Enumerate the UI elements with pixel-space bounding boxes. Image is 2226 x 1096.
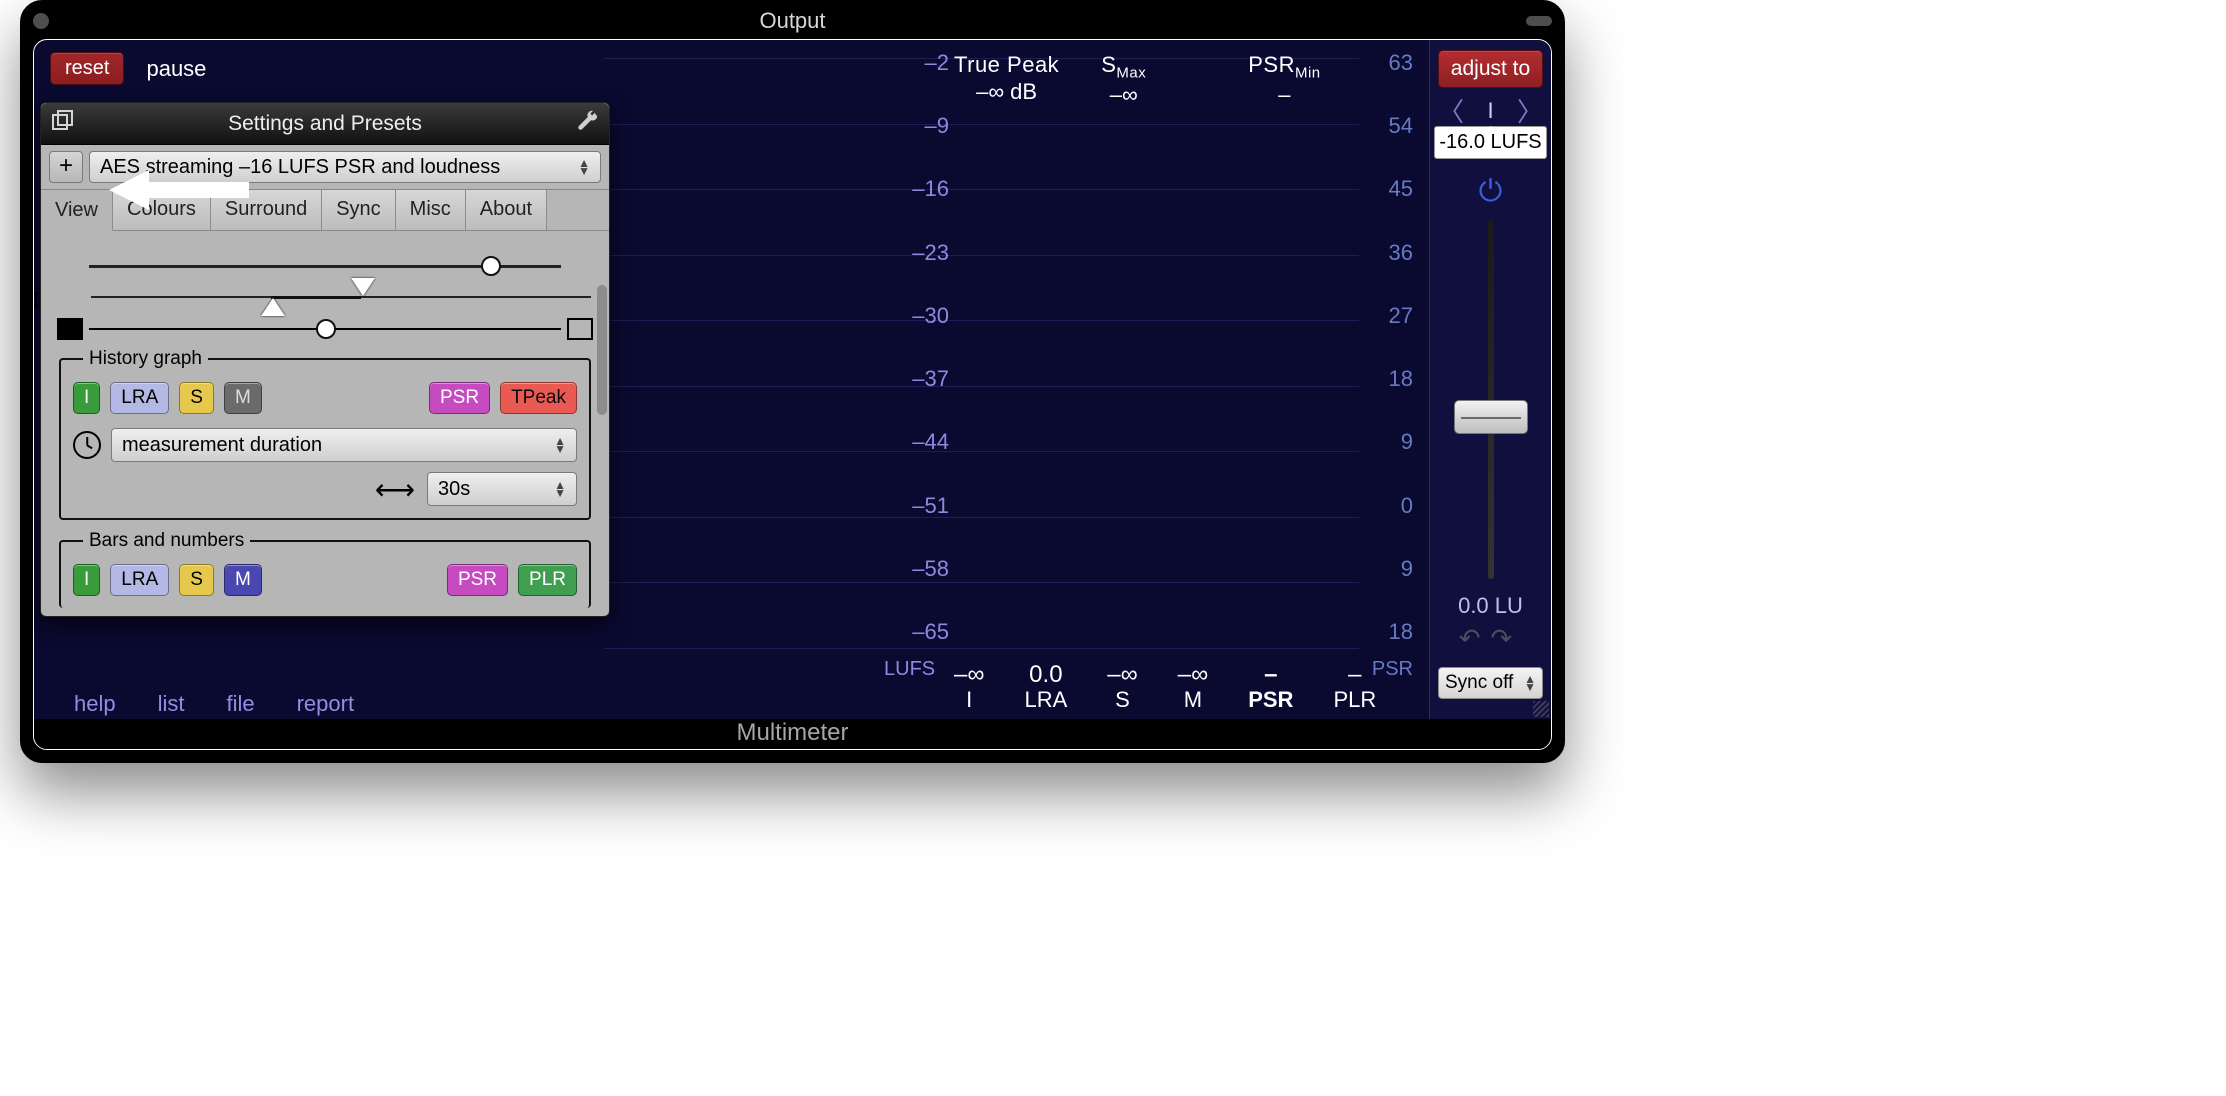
titlebar: Output: [23, 3, 1562, 39]
duration-mode-select[interactable]: measurement duration ▲▼: [111, 428, 577, 462]
gridlines: [604, 58, 1359, 654]
lufs-scale: –2 –9 –16 –23 –30 –37 –44 –51 –58 –65: [889, 50, 949, 664]
mode-next-button[interactable]: 〉: [1517, 92, 1543, 129]
chip2-LRA[interactable]: LRA: [110, 564, 169, 596]
clock-icon: [73, 431, 101, 459]
app-name-bar: Multimeter: [34, 719, 1551, 749]
chip-M[interactable]: M: [224, 382, 262, 414]
settings-header: Settings and Presets: [41, 103, 609, 145]
preset-select[interactable]: AES streaming –16 LUFS PSR and loudness …: [89, 151, 601, 183]
copy-icon[interactable]: [51, 110, 75, 138]
readout-M: –∞M: [1178, 661, 1208, 713]
undo-redo: ↶↷: [1430, 623, 1551, 654]
plugin-body: reset pause True Peak –∞ dB SMax –∞ PSRM…: [33, 39, 1552, 750]
tab-misc[interactable]: Misc: [396, 190, 466, 230]
psr-scale: 63 54 45 36 27 18 9 0 9 18: [1363, 50, 1413, 664]
gain-readout: 0.0 LU: [1430, 593, 1551, 619]
true-peak-readout: True Peak –∞ dB: [954, 52, 1059, 108]
reset-button[interactable]: reset: [50, 52, 124, 85]
adjust-to-button[interactable]: adjust to: [1438, 50, 1543, 88]
chip-I[interactable]: I: [73, 382, 100, 414]
history-graph-group: History graph I LRA S M PSR TPeak: [59, 348, 591, 520]
chip2-S[interactable]: S: [179, 564, 214, 596]
readout-PSR: –PSR: [1248, 661, 1293, 713]
smax-readout: SMax –∞: [1101, 52, 1146, 108]
top-left-controls: reset pause: [50, 52, 206, 85]
redo-icon[interactable]: ↷: [1491, 623, 1523, 653]
power-icon[interactable]: ⏻: [1430, 175, 1551, 209]
square-empty-icon: [567, 318, 593, 340]
report-link[interactable]: report: [297, 691, 354, 717]
bars-numbers-group: Bars and numbers I LRA S M PSR PLR: [59, 530, 591, 608]
target-readout[interactable]: -16.0 LUFS: [1434, 126, 1547, 159]
chip2-PLR[interactable]: PLR: [518, 564, 577, 596]
chip-PSR[interactable]: PSR: [429, 382, 490, 414]
resize-grip-icon[interactable]: [1533, 701, 1549, 717]
mode-prev-button[interactable]: 〈: [1438, 92, 1464, 129]
tab-surround[interactable]: Surround: [211, 190, 322, 230]
settings-panel: Settings and Presets + AES streaming –16…: [40, 102, 610, 617]
tab-colours[interactable]: Colours: [113, 190, 211, 230]
undo-icon[interactable]: ↶: [1459, 623, 1491, 653]
vertical-arrows-icon: ↕: [33, 282, 43, 314]
chevron-updown-icon: ▲▼: [578, 159, 590, 175]
right-control-strip: adjust to 〈 I 〉 -16.0 LUFS ⏻ 0.0 LU ↶↷ S…: [1429, 40, 1551, 719]
help-link[interactable]: help: [74, 691, 116, 717]
chevron-updown-icon: ▲▼: [554, 481, 566, 497]
tab-content-view: ↕ His: [41, 231, 609, 608]
file-link[interactable]: file: [226, 691, 254, 717]
chip2-I[interactable]: I: [73, 564, 100, 596]
range-thumb-high[interactable]: [351, 278, 375, 296]
chip-LRA[interactable]: LRA: [110, 382, 169, 414]
lufs-unit-label: LUFS: [884, 658, 935, 681]
readout-LRA: 0.0LRA: [1024, 661, 1067, 713]
chevron-updown-icon: ▲▼: [1524, 675, 1536, 691]
plugin-window: Output reset pause True Peak –∞ dB SMax …: [20, 0, 1565, 763]
psr-unit-label: PSR: [1372, 658, 1413, 681]
meter-area: reset pause True Peak –∞ dB SMax –∞ PSRM…: [34, 40, 1429, 719]
list-link[interactable]: list: [158, 691, 185, 717]
square-filled-icon: [57, 318, 83, 340]
footer-links: help list file report: [74, 691, 354, 717]
readout-I: –∞I: [954, 661, 984, 713]
readout-S: –∞S: [1107, 661, 1137, 713]
horizontal-arrows-icon: ⟷: [375, 473, 415, 506]
tab-about[interactable]: About: [466, 190, 547, 230]
sync-select[interactable]: Sync off ▲▼: [1438, 667, 1543, 699]
tab-sync[interactable]: Sync: [322, 190, 395, 230]
preset-row: + AES streaming –16 LUFS PSR and loudnes…: [41, 145, 609, 189]
range-slider[interactable]: [91, 296, 591, 298]
settings-scrollbar[interactable]: [597, 281, 607, 602]
bar-width-slider[interactable]: [89, 265, 561, 268]
chip-TPeak[interactable]: TPeak: [500, 382, 577, 414]
bottom-readouts: –∞I 0.0LRA –∞S –∞M –PSR –PLR: [954, 661, 1376, 713]
chip2-PSR[interactable]: PSR: [447, 564, 508, 596]
psrmin-readout: PSRMin –: [1248, 52, 1320, 108]
contrast-slider[interactable]: [89, 328, 561, 330]
duration-value-select[interactable]: 30s ▲▼: [427, 472, 577, 506]
wrench-icon[interactable]: [577, 110, 599, 138]
tab-view[interactable]: View: [41, 191, 113, 231]
chip2-M[interactable]: M: [224, 564, 262, 596]
readout-PLR: –PLR: [1333, 661, 1376, 713]
chevron-updown-icon: ▲▼: [554, 437, 566, 453]
tabbar: View Colours Surround Sync Misc About: [41, 189, 609, 231]
add-preset-button[interactable]: +: [49, 151, 83, 183]
settings-title: Settings and Presets: [228, 112, 422, 136]
range-thumb-low[interactable]: [261, 298, 285, 316]
window-pill[interactable]: [1526, 16, 1552, 26]
pause-button[interactable]: pause: [146, 56, 206, 82]
window-title: Output: [23, 8, 1562, 34]
top-stats: True Peak –∞ dB SMax –∞ PSRMin –: [954, 52, 1321, 108]
gain-slider-thumb[interactable]: [1454, 400, 1528, 434]
chip-S[interactable]: S: [179, 382, 214, 414]
